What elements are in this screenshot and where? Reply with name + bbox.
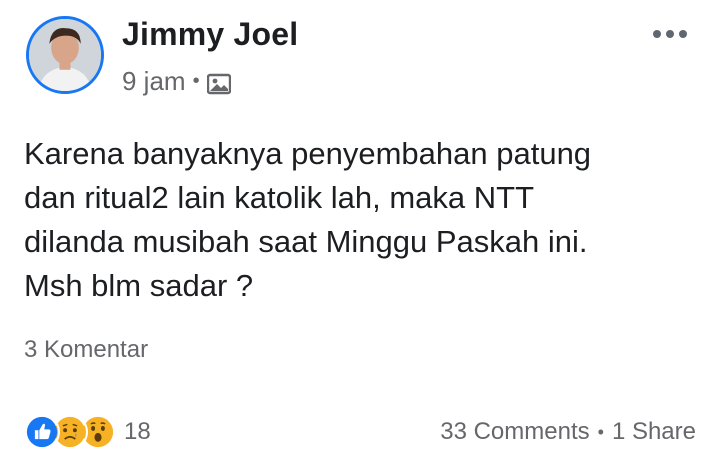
comment-link[interactable]: 3 Komentar [24,336,148,364]
photo-audience-icon[interactable] [206,71,231,94]
more-dot [679,30,687,38]
post-text: Karena banyaknya penyembahan patung dan … [24,132,704,308]
reactions-summary[interactable]: 18 [24,414,151,450]
more-dot [666,30,674,38]
post-text-line: dan ritual2 lain katolik lah, maka NTT [24,180,535,215]
post-footer: 18 33 Comments • 1 Share [24,412,696,454]
post-time[interactable]: 9 jam [122,66,186,97]
meta-separator: • [192,70,200,92]
engagement-stats: 33 Comments • 1 Share [440,418,696,446]
post-text-line: Karena banyaknya penyembahan patung [24,136,592,171]
more-dot [653,30,661,38]
more-options-button[interactable] [646,22,694,46]
post-text-line: dilanda musibah saat Minggu Paskah ini. [24,224,588,259]
author-name[interactable]: Jimmy Joel [122,16,298,53]
reaction-count[interactable]: 18 [124,418,151,446]
shares-count-link[interactable]: 1 Share [612,418,696,446]
comments-count-link[interactable]: 33 Comments [440,418,589,446]
avatar[interactable] [26,16,104,94]
facebook-post: Jimmy Joel 9 jam • Karena banyaknya peny… [0,0,720,470]
post-meta: 9 jam • [122,66,231,97]
profile-photo [29,19,101,91]
like-icon [24,414,60,450]
stats-separator: • [597,421,604,442]
post-text-line: Msh blm sadar ? [24,268,254,303]
